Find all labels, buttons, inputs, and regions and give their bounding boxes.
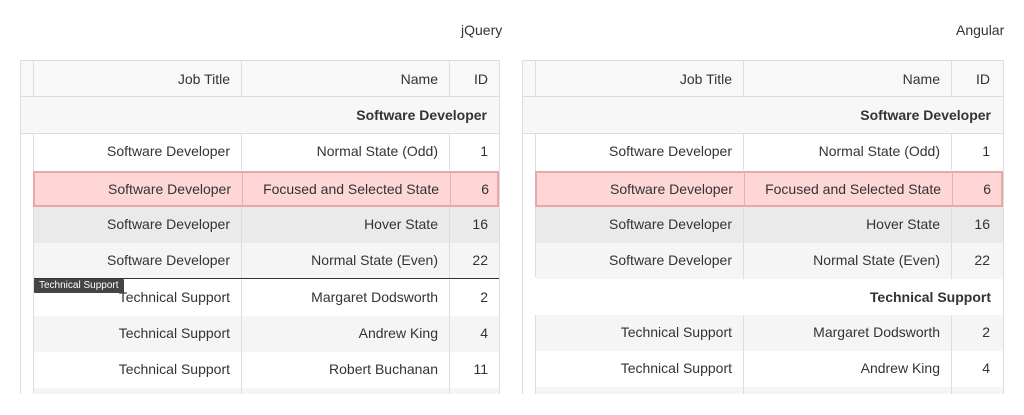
cell-id: 6 [983, 181, 991, 197]
cell-job-title: Software Developer [35, 173, 243, 205]
cell-job-title: Software Developer [34, 207, 242, 243]
cell-job-title: Software Developer [537, 173, 745, 205]
cell-job-title: Software Developer [34, 243, 242, 278]
table-row-selected[interactable]: Software Developer Focused and Selected … [535, 171, 1003, 207]
table-row-partial[interactable] [34, 388, 499, 394]
cell-id [952, 387, 1001, 394]
cell-name: Robert Buchanan [242, 352, 450, 388]
angular-panel-title: Angular [956, 22, 1005, 38]
cell-name: Andrew King [242, 316, 450, 352]
column-header-name[interactable]: Name [744, 61, 952, 96]
cell-job-title: Technical Support [536, 315, 744, 351]
cell-id: 2 [480, 289, 488, 305]
table-row-selected[interactable]: Software Developer Focused and Selected … [33, 171, 499, 207]
cell-job-title: Software Developer [536, 243, 744, 279]
cell-name: Normal State (Even) [744, 243, 952, 279]
column-header-job-title[interactable]: Job Title [536, 61, 744, 96]
column-header-id[interactable]: ID [952, 61, 1001, 96]
angular-data-grid: Job Title Name ID Software Developer Sof… [522, 60, 1004, 394]
group-indent-gutter [523, 315, 536, 394]
cell-name: Focused and Selected State [243, 173, 451, 205]
table-row[interactable]: Technical Support Robert Buchanan 11 [34, 352, 499, 388]
cell-name: Normal State (Odd) [744, 134, 952, 170]
column-header-name[interactable]: Name [242, 61, 450, 96]
group-row-software-developer[interactable]: Software Developer [21, 97, 499, 134]
cell-name: Focused and Selected State [745, 173, 953, 205]
table-row[interactable]: Software Developer Normal State (Even) 2… [536, 243, 1003, 279]
cell-job-title: Software Developer [536, 134, 744, 170]
cell-name: Margaret Dodsworth [744, 315, 952, 351]
group-row-technical-support[interactable]: Technical Support [523, 279, 1003, 316]
grid-header: Job Title Name ID [523, 61, 1003, 97]
cell-id: 16 [974, 216, 990, 232]
grid-header: Job Title Name ID [21, 61, 499, 97]
table-row[interactable]: Technical Support Margaret Dodsworth 2 [536, 315, 1003, 351]
cell-id: 1 [480, 143, 488, 159]
cell-name: Normal State (Odd) [242, 134, 450, 170]
cell-job-title: Software Developer [536, 207, 744, 243]
jquery-panel-title: jQuery [461, 22, 503, 38]
table-row[interactable]: Technical Support Andrew King 4 [536, 351, 1003, 387]
cell-name [242, 388, 450, 394]
cell-name: Margaret Dodsworth [242, 280, 450, 316]
cell-name: Hover State [744, 207, 952, 243]
cell-job-title [536, 387, 744, 394]
cell-job-title: Technical Support [536, 351, 744, 387]
cell-job-title [34, 388, 242, 394]
table-row-partial[interactable] [536, 387, 1003, 394]
drag-tooltip: Technical Support [34, 279, 124, 293]
cell-job-title: Technical Support [34, 316, 242, 352]
cell-name: Hover State [242, 207, 450, 243]
cell-id: 22 [974, 252, 990, 268]
table-row[interactable]: Software Developer Normal State (Even) 2… [34, 243, 499, 279]
cell-job-title: Technical Support [34, 352, 242, 388]
column-header-job-title[interactable]: Job Title [34, 61, 242, 96]
cell-id: 4 [480, 325, 488, 341]
cell-id [450, 388, 499, 394]
cell-job-title: Software Developer [34, 134, 242, 170]
table-row[interactable]: Technical Support Andrew King 4 [34, 316, 499, 352]
jquery-data-grid: Job Title Name ID Software Developer Sof… [20, 60, 500, 394]
group-indent-gutter [21, 97, 34, 394]
cell-id: 2 [982, 324, 990, 340]
cell-id: 16 [472, 216, 488, 232]
cell-id: 11 [473, 361, 488, 377]
column-header-id[interactable]: ID [450, 61, 499, 96]
cell-name: Normal State (Even) [242, 243, 450, 278]
table-row-hover[interactable]: Software Developer Hover State 16 [34, 207, 499, 243]
expand-column-header [523, 61, 536, 96]
table-row[interactable]: Software Developer Normal State (Odd) 1 [34, 134, 499, 170]
expand-column-header [21, 61, 34, 96]
cell-id: 1 [982, 143, 990, 159]
cell-id: 6 [481, 181, 489, 197]
table-row-hover[interactable]: Software Developer Hover State 16 [536, 207, 1003, 243]
cell-name [744, 387, 952, 394]
cell-id: 22 [472, 252, 488, 268]
table-row[interactable]: Software Developer Normal State (Odd) 1 [536, 134, 1003, 170]
group-row-software-developer[interactable]: Software Developer [523, 97, 1003, 134]
cell-name: Andrew King [744, 351, 952, 387]
cell-id: 4 [982, 360, 990, 376]
